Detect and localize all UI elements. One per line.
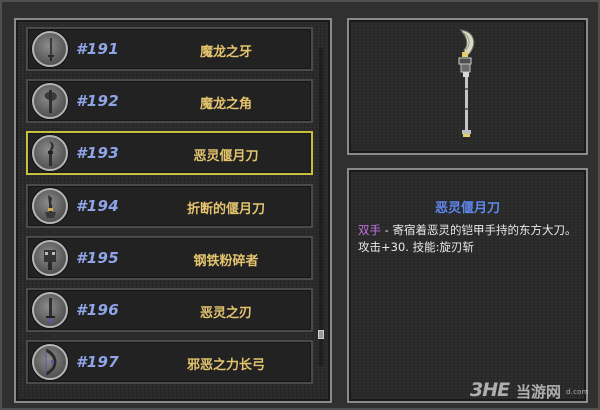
blade-icon — [46, 298, 55, 323]
item-name: 恶灵偃月刀 — [193, 149, 259, 164]
item-number: #196 — [76, 301, 119, 319]
bow-icon — [45, 348, 57, 376]
item-number: #193 — [76, 144, 119, 162]
axe-icon — [44, 90, 57, 113]
item-detail-description: 双手 - 寄宿着恶灵的铠甲手持的东方大刀。攻击+30. 技能:旋刃斩 — [358, 222, 582, 256]
item-list-panel: #191 魔龙之牙 #192 魔龙之角 #193 恶灵偃月刀 #194 折断的偃月刀 #195 钢… — [14, 18, 332, 403]
item-detail-panel: 恶灵偃月刀 双手 - 寄宿着恶灵的铠甲手持的东方大刀。攻击+30. 技能:旋刃斩 — [347, 168, 588, 403]
item-row[interactable]: #197 邪恶之力长弓 — [26, 340, 313, 384]
item-number: #191 — [76, 40, 119, 58]
item-badge — [32, 188, 68, 224]
item-row[interactable]: #192 魔龙之角 — [26, 79, 313, 123]
broken-glaive-icon — [45, 195, 56, 218]
item-preview-panel — [347, 18, 588, 155]
item-row[interactable]: #195 钢铁粉碎者 — [26, 236, 313, 280]
item-row[interactable]: #194 折断的偃月刀 — [26, 184, 313, 228]
item-badge — [32, 83, 68, 119]
watermark-domain: d.com — [566, 388, 589, 396]
item-name: 魔龙之角 — [199, 97, 252, 112]
item-badge — [32, 31, 68, 67]
item-badge — [32, 292, 68, 328]
item-badge — [32, 240, 68, 276]
item-number: #197 — [76, 353, 119, 371]
item-name: 邪恶之力长弓 — [186, 358, 265, 373]
item-type-label: 双手 — [358, 223, 381, 237]
glaive-icon — [48, 141, 54, 166]
item-number: #192 — [76, 92, 119, 110]
glaive-preview-icon — [458, 29, 475, 137]
item-row[interactable]: #196 恶灵之刃 — [26, 288, 313, 332]
item-row[interactable]: #193 恶灵偃月刀 — [26, 131, 313, 175]
watermark-logo: 3HE — [470, 379, 510, 401]
item-name: 魔龙之牙 — [199, 45, 252, 60]
item-name: 折断的偃月刀 — [186, 202, 265, 217]
item-name: 钢铁粉碎者 — [193, 254, 259, 269]
item-number: #195 — [76, 249, 119, 267]
scrollbar-track[interactable] — [319, 48, 323, 366]
site-watermark: 3HE 当游网 d.com — [470, 378, 598, 404]
item-name: 恶灵之刃 — [199, 306, 252, 321]
item-detail-title: 恶灵偃月刀 — [434, 201, 500, 216]
crusher-icon — [44, 250, 56, 270]
item-badge — [32, 344, 68, 380]
item-row[interactable]: #191 魔龙之牙 — [26, 27, 313, 71]
watermark-site-name: 当游网 — [516, 383, 562, 401]
scrollbar-thumb[interactable] — [318, 330, 324, 339]
dagger-icon — [48, 38, 54, 61]
item-badge — [32, 135, 68, 171]
item-number: #194 — [76, 197, 119, 215]
item-description-text: - 寄宿着恶灵的铠甲手持的东方大刀。攻击+30. 技能:旋刃斩 — [358, 223, 577, 254]
